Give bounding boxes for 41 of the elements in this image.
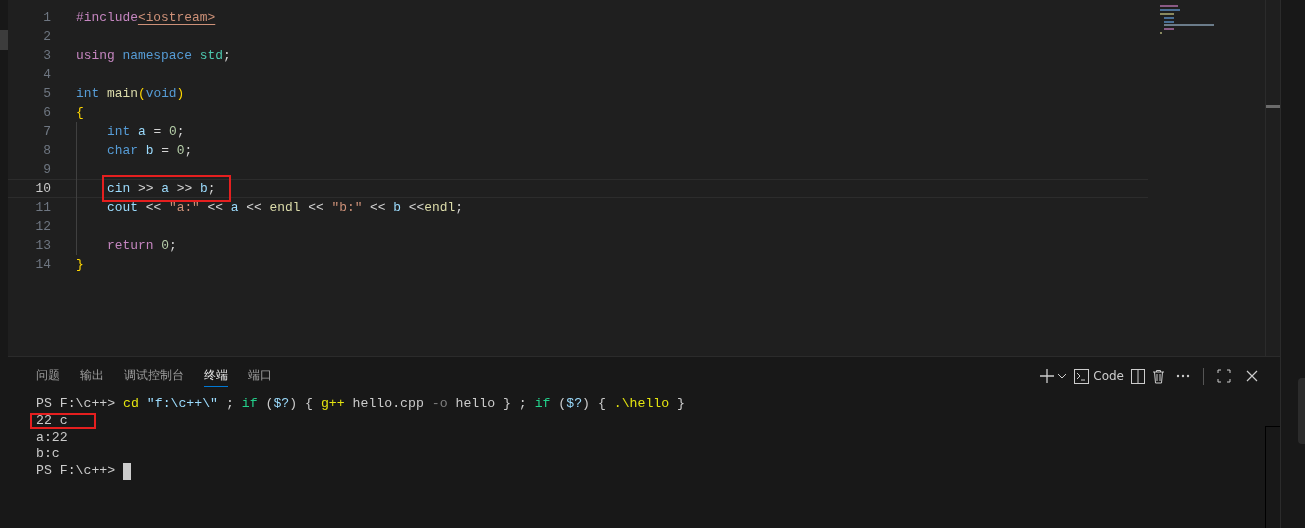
line-number: 14 (34, 256, 51, 274)
panel-tab[interactable]: 端口 (248, 365, 272, 387)
terminal-line: 22 c (36, 412, 68, 428)
panel-tab[interactable]: 终端 (204, 365, 228, 387)
panel-tab[interactable]: 问题 (36, 365, 60, 387)
line-number: 5 (42, 85, 51, 103)
code-line: #include<iostream> (76, 9, 216, 27)
new-terminal-button[interactable] (1039, 366, 1056, 386)
line-number: 2 (42, 28, 51, 46)
code-line: char b = 0; (107, 142, 193, 160)
line-number: 9 (42, 161, 51, 179)
line-number: 11 (34, 199, 51, 217)
line-number: 1 (42, 9, 51, 27)
line-number: 13 (34, 237, 51, 255)
code-line: return 0; (107, 237, 177, 255)
panel-tab[interactable]: 调试控制台 (124, 365, 184, 387)
terminal-icon (1074, 368, 1090, 384)
code-line: cin >> a >> b; (107, 180, 216, 198)
code-line: using namespace std; (76, 47, 231, 65)
line-number: 12 (34, 218, 51, 236)
terminal-line: b:c (36, 446, 60, 464)
line-number: 8 (42, 142, 51, 160)
line-number: 6 (42, 104, 51, 122)
terminal-line: PS F:\c++> (36, 463, 117, 480)
terminal-name: Code (1093, 368, 1124, 385)
line-number: 3 (42, 47, 51, 65)
line-number: 4 (42, 66, 51, 84)
code-line: int main(void) (76, 85, 185, 103)
terminal-line: a:22 (36, 429, 68, 447)
terminal-button[interactable]: Code (1074, 366, 1124, 386)
split-icon[interactable] (1131, 366, 1145, 386)
panel-tab[interactable]: 输出 (80, 365, 104, 387)
line-number: 10 (34, 180, 51, 198)
maximize-icon[interactable] (1217, 366, 1231, 386)
code-line: { (76, 104, 84, 122)
code-line: } (76, 256, 84, 274)
line-number: 7 (42, 123, 51, 141)
code-line: int a = 0; (107, 123, 185, 141)
code-line: cout << "a:" << a << endl << "b:" << b <<endl; (107, 199, 463, 217)
terminal-line: PS F:\c++> cd "f:\c++\" ; if ($?) { g++ hello.cpp -o hello } ; if ($?) { .\hello } (36, 396, 685, 413)
scroll-marker (0, 30, 8, 50)
